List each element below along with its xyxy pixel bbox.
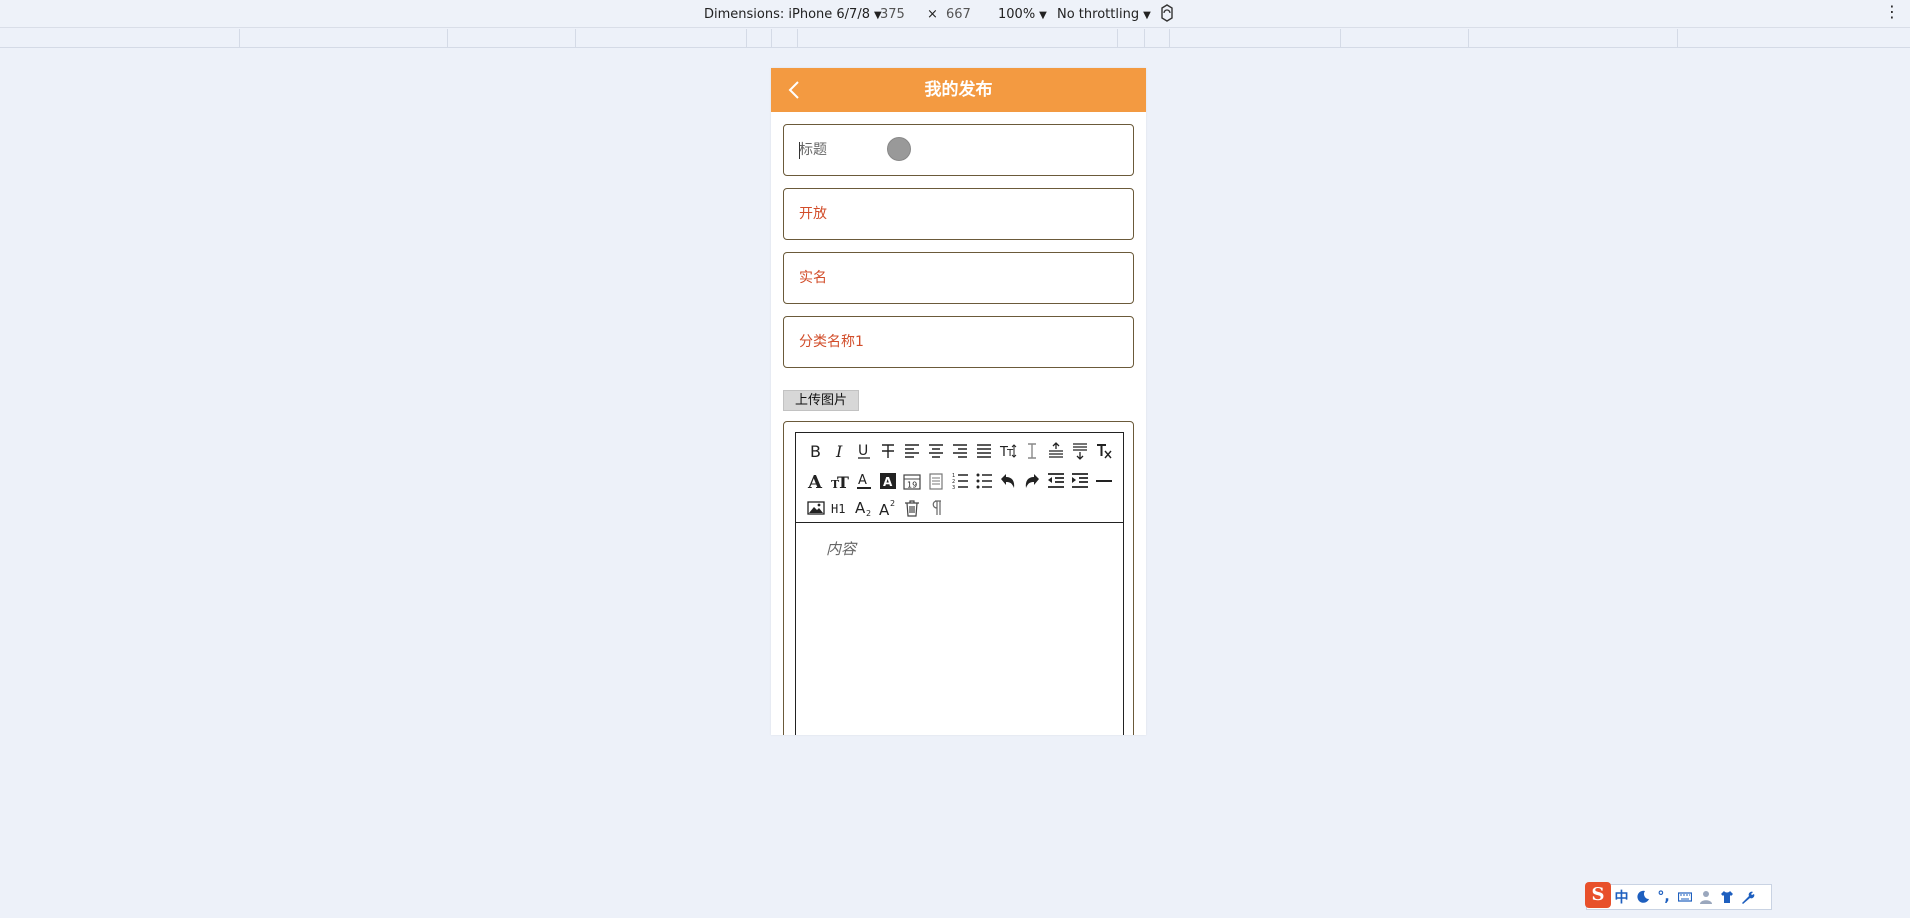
upload-image-button[interactable]: 上传图片 (783, 390, 859, 411)
align-left-icon[interactable] (900, 439, 924, 463)
ime-punctuation-toggle[interactable]: °, (1653, 887, 1674, 907)
throttling-label: No throttling (1057, 7, 1140, 22)
svg-text:T: T (1006, 448, 1014, 459)
delete-icon[interactable] (900, 496, 924, 520)
moon-icon[interactable] (1632, 887, 1653, 907)
rich-text-editor: B I U TT A TT A A 19 1 2 3 H1 A 2 A 2 内容 (795, 432, 1124, 735)
title-input[interactable] (799, 125, 1119, 175)
svg-text:2: 2 (866, 509, 871, 517)
ime-language-toggle[interactable]: 中 (1611, 887, 1632, 907)
svg-text:2: 2 (890, 499, 895, 508)
underline-icon[interactable]: U (852, 439, 876, 463)
wrench-icon[interactable] (1737, 887, 1758, 907)
open-select[interactable]: 开放 (783, 188, 1134, 240)
svg-text:19: 19 (907, 481, 917, 490)
skin-shirt-icon[interactable] (1716, 887, 1737, 907)
paragraph-spacing-bottom-icon[interactable] (1068, 439, 1092, 463)
realname-select[interactable]: 实名 (783, 252, 1134, 304)
editor-content-area[interactable]: 内容 (796, 524, 1123, 735)
media-query-ruler (0, 29, 1910, 48)
realname-select-value: 实名 (799, 270, 827, 286)
heading-icon[interactable]: H1 (828, 496, 852, 520)
strikethrough-icon[interactable] (876, 439, 900, 463)
svg-text:A: A (879, 501, 890, 517)
text-caret (799, 142, 800, 159)
line-height-icon[interactable] (1020, 439, 1044, 463)
align-center-icon[interactable] (924, 439, 948, 463)
horizontal-rule-icon[interactable] (1092, 469, 1116, 493)
open-select-value: 开放 (799, 206, 827, 222)
zoom-label: 100% (998, 7, 1036, 22)
undo-icon[interactable] (996, 469, 1020, 493)
keyboard-icon[interactable] (1674, 887, 1695, 907)
device-select[interactable]: Dimensions: iPhone 6/7/8 ▼ (704, 7, 882, 22)
editor-toolbar: B I U TT A TT A A 19 1 2 3 H1 A 2 A 2 (796, 433, 1123, 523)
height-input[interactable]: 667 (946, 7, 971, 22)
ordered-list-icon[interactable]: 123 (948, 469, 972, 493)
dimension-separator: × (927, 7, 938, 22)
font-size-icon[interactable]: TT (996, 439, 1020, 463)
app-header: 我的发布 (771, 68, 1146, 112)
more-options-icon[interactable]: ⋮ (1884, 4, 1900, 20)
bold-icon[interactable]: B (804, 439, 828, 463)
indent-icon[interactable] (1068, 469, 1092, 493)
outdent-icon[interactable] (1044, 469, 1068, 493)
width-input[interactable]: 375 (880, 7, 905, 22)
svg-text:A: A (858, 473, 867, 488)
insert-date-icon[interactable]: 19 (900, 469, 924, 493)
sogou-logo-icon[interactable]: S (1585, 882, 1611, 908)
category-select-value: 分类名称1 (799, 334, 864, 350)
throttling-select[interactable]: No throttling ▼ (1057, 7, 1151, 22)
svg-text:U: U (858, 443, 868, 459)
user-icon[interactable] (1695, 887, 1716, 907)
background-color-icon[interactable]: A (876, 469, 900, 493)
title-field[interactable] (783, 124, 1134, 176)
font-family-icon[interactable]: A (804, 469, 828, 493)
superscript-icon[interactable]: A2 (876, 496, 900, 520)
content-placeholder: 内容 (826, 540, 857, 558)
image-icon[interactable] (804, 496, 828, 520)
device-label: Dimensions: iPhone 6/7/8 (704, 7, 870, 22)
font-size-2-icon[interactable]: TT (828, 469, 852, 493)
category-select[interactable]: 分类名称1 (783, 316, 1134, 368)
insert-time-icon[interactable] (924, 469, 948, 493)
devtools-toolbar: Dimensions: iPhone 6/7/8 ▼ 375 × 667 100%… (0, 0, 1910, 28)
align-justify-icon[interactable] (972, 439, 996, 463)
svg-text:A: A (807, 472, 823, 490)
content-editor-container: B I U TT A TT A A 19 1 2 3 H1 A 2 A 2 内容 (783, 421, 1134, 735)
touch-cursor (887, 137, 911, 161)
align-right-icon[interactable] (948, 439, 972, 463)
ime-toolbar: S 中 °, (1585, 882, 1772, 910)
paragraph-mark-icon[interactable] (924, 496, 948, 520)
unordered-list-icon[interactable] (972, 469, 996, 493)
svg-text:I: I (835, 442, 843, 460)
redo-icon[interactable] (1020, 469, 1044, 493)
svg-text:T: T (837, 473, 849, 490)
svg-text:A: A (855, 499, 866, 517)
italic-icon[interactable]: I (828, 439, 852, 463)
svg-text:A: A (883, 475, 893, 489)
phone-viewport: 我的发布 开放 实名 分类名称1 上传图片 B I U (771, 68, 1146, 735)
subscript-icon[interactable]: A2 (852, 496, 876, 520)
svg-text:B: B (810, 442, 821, 460)
chevron-down-icon: ▼ (1143, 10, 1151, 21)
paragraph-spacing-top-icon[interactable] (1044, 439, 1068, 463)
chevron-down-icon: ▼ (1039, 10, 1047, 21)
svg-text:H1: H1 (831, 502, 845, 516)
rotate-icon[interactable] (1158, 4, 1176, 22)
clear-format-icon[interactable] (1092, 439, 1116, 463)
zoom-select[interactable]: 100% ▼ (998, 7, 1047, 22)
font-color-icon[interactable]: A (852, 469, 876, 493)
svg-text:3: 3 (952, 485, 955, 490)
page-title: 我的发布 (924, 80, 993, 100)
